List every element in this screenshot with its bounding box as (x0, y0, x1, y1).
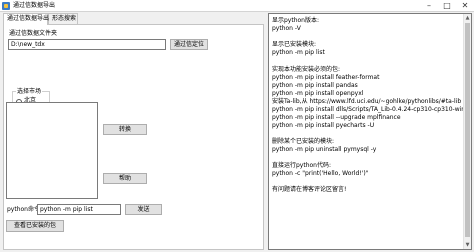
output-line: 直接运行python代码: (272, 162, 332, 169)
output-line: python -m pip install pyecharts -U (272, 122, 375, 129)
output-line: 显示已安装模块: (272, 41, 317, 48)
tab-pattern-search[interactable]: 形态搜索 (48, 13, 78, 24)
scroll-up-icon[interactable]: ▲ (464, 14, 471, 22)
output-line: python -m pip install openpyxl (272, 90, 364, 97)
output-line: python -m pip install --upgrade mplfinan… (272, 114, 401, 121)
output-line: 显示python版本: (272, 17, 320, 24)
view-installed-button[interactable]: 查看已安装的包 (6, 220, 64, 232)
output-line: python -V (272, 25, 301, 32)
maximize-icon[interactable]: □ (438, 0, 456, 12)
tab-data-export[interactable]: 通过信数据导出 (3, 13, 49, 25)
market-group-title: 选择市场 (16, 88, 43, 96)
output-line: 实现本功能安装必须的包: (272, 66, 341, 73)
output-line: 有问题请在博客评论区留言! (272, 186, 347, 193)
title-bar: 通过信数据导出 – □ ✕ (0, 0, 474, 12)
output-line: python -m pip install dlls/Scripts/TA_Li… (272, 106, 472, 113)
output-textarea[interactable]: 显示python版本: python -V 显示已安装模块: python -m… (268, 13, 472, 250)
scroll-down-icon[interactable]: ▼ (464, 241, 471, 249)
output-line: python -m pip list (272, 49, 325, 56)
output-line: 删除某个已安装的模块: (272, 138, 335, 145)
output-line: python -m pip uninstall pymysql -y (272, 146, 377, 153)
command-input[interactable]: python -m pip list (37, 204, 121, 215)
locate-folder-button[interactable]: 通过信定位 (170, 39, 208, 50)
output-line: 安装Ta-lib,从 https://www.lfd.uci.edu/~gohl… (272, 98, 472, 105)
python-app-icon (2, 2, 10, 10)
help-button[interactable]: 帮助 (103, 173, 147, 184)
close-icon[interactable]: ✕ (456, 0, 474, 12)
output-line: python -c "print('Hello, World!')" (272, 170, 369, 177)
window-title: 通过信数据导出 (13, 2, 56, 9)
file-listbox[interactable] (6, 102, 98, 199)
folder-path-input[interactable]: D:\new_tdx (8, 39, 166, 50)
output-line: python -m pip install feather-format (272, 74, 380, 81)
minimize-icon[interactable]: – (420, 0, 438, 12)
output-line: python -m pip install pandas (272, 82, 358, 89)
scrollbar-thumb[interactable] (465, 23, 470, 237)
send-button[interactable]: 发送 (125, 204, 162, 215)
convert-button[interactable]: 转换 (103, 124, 147, 135)
folder-label: 通过信数据文件夹 (9, 30, 58, 37)
output-scrollbar[interactable]: ▲ ▼ (463, 14, 471, 249)
